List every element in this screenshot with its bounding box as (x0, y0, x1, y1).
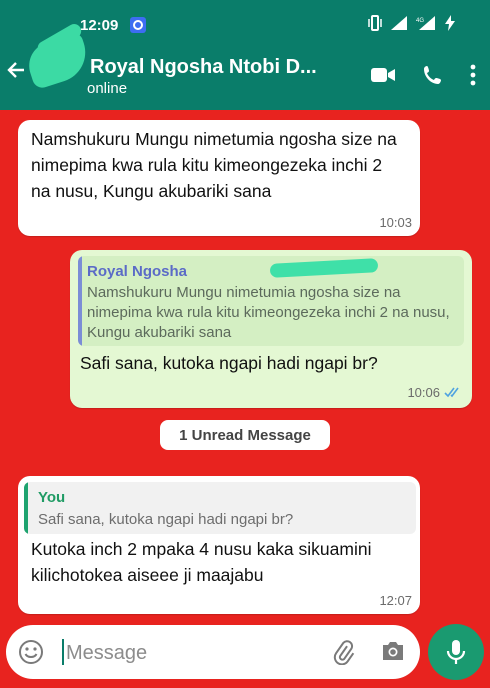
quote-author: You (38, 489, 66, 506)
message-time: 10:03 (379, 215, 412, 230)
message-bubble-incoming[interactable]: You Safi sana, kutoka ngapi hadi ngapi b… (18, 476, 420, 614)
contact-name[interactable]: Royal Ngosha Ntobi D... (90, 56, 317, 79)
svg-text:4G: 4G (416, 18, 424, 24)
status-time: 12:09 (80, 17, 119, 34)
message-composer (6, 625, 420, 679)
quote-accent-bar (78, 256, 82, 346)
avatar[interactable] (22, 31, 94, 91)
message-input[interactable] (64, 635, 308, 671)
signal-4g-icon: 4G (416, 16, 435, 30)
video-call-icon[interactable] (370, 66, 396, 84)
quote-author: Royal Ngosha (87, 263, 188, 280)
message-text: Kutoka inch 2 mpaka 4 nusu kaka sikuamin… (31, 539, 372, 585)
signal-icon (391, 16, 407, 30)
message-time: 10:06 (407, 385, 440, 400)
more-options-icon[interactable] (470, 64, 476, 86)
message-text: Namshukuru Mungu nimetumia ngosha size n… (31, 129, 397, 201)
double-check-icon (444, 387, 459, 398)
message-text: Safi sana, kutoka ngapi hadi ngapi br? (80, 353, 378, 373)
message-bubble-incoming[interactable]: Namshukuru Mungu nimetumia ngosha size n… (18, 120, 420, 236)
notification-icon (130, 17, 146, 33)
mic-icon (446, 640, 466, 664)
contact-status: online (87, 80, 128, 97)
quote-text: Namshukuru Mungu nimetumia ngosha size n… (87, 284, 450, 341)
message-bubble-outgoing[interactable]: Royal Ngosha Namshukuru Mungu nimetumia … (70, 250, 472, 408)
attach-icon[interactable] (330, 639, 356, 665)
camera-icon[interactable] (380, 639, 406, 663)
mic-button[interactable] (428, 624, 484, 680)
battery-charging-icon (445, 15, 455, 31)
phone-icon[interactable] (422, 64, 444, 86)
reply-quote[interactable]: You Safi sana, kutoka ngapi hadi ngapi b… (24, 482, 416, 534)
header-actions (370, 64, 476, 86)
back-arrow-icon[interactable] (6, 60, 26, 80)
status-icons: 4G (368, 14, 456, 32)
reply-quote[interactable]: Royal Ngosha Namshukuru Mungu nimetumia … (78, 256, 464, 346)
message-time: 12:07 (379, 593, 412, 608)
quote-text: Safi sana, kutoka ngapi hadi ngapi br? (38, 511, 294, 528)
quote-accent-bar (24, 482, 28, 534)
emoji-icon[interactable] (18, 639, 44, 665)
vibrate-icon (368, 15, 382, 31)
unread-divider: 1 Unread Message (160, 420, 330, 450)
redaction-scribble (269, 258, 379, 278)
chat-header: 12:09 4G Royal Ngosha Ntobi D... online (0, 0, 490, 110)
